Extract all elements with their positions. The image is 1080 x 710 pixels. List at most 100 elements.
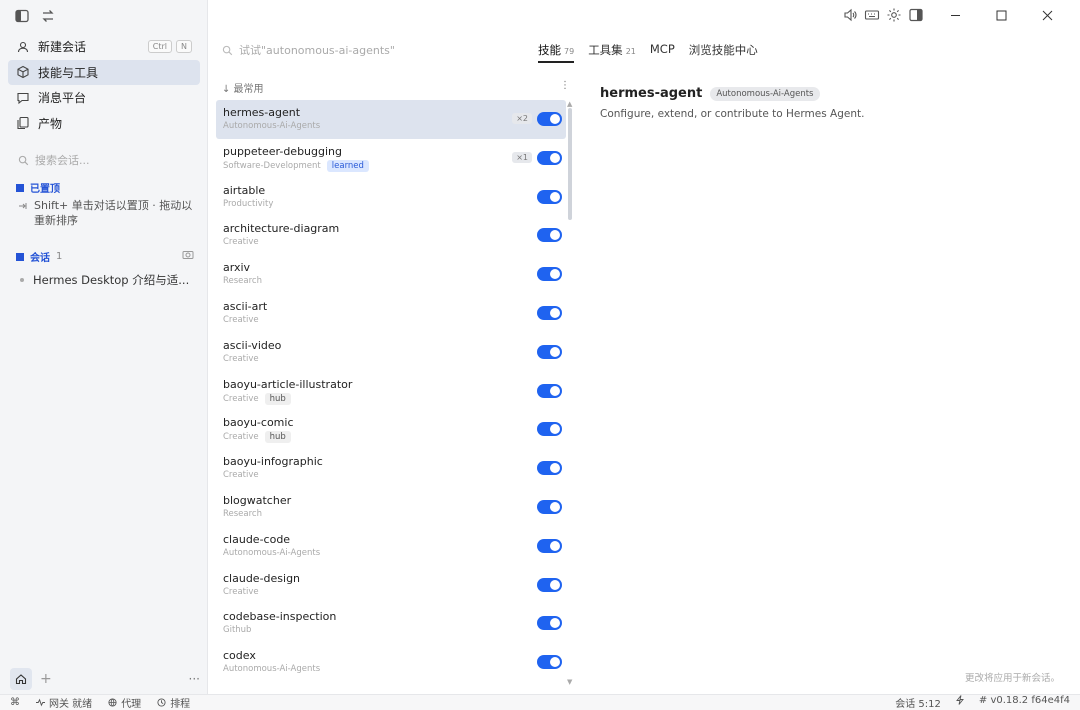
pin-icon (19, 203, 27, 209)
skill-row[interactable]: codebase-inspection Github (216, 604, 566, 643)
window-controls (836, 6, 1070, 24)
session-item[interactable]: Hermes Desktop 介绍与适... (20, 272, 189, 288)
skill-enable-toggle[interactable] (537, 383, 562, 398)
skill-row[interactable]: baoyu-infographic Creative (216, 449, 566, 488)
sidebar-nav: 新建会话 Ctrl N 技能与工具 消息平台 产物 (8, 34, 200, 136)
skill-category: Research (223, 508, 262, 519)
cube-icon (17, 65, 29, 79)
sidebar-item-new-session[interactable]: 新建会话 Ctrl N (8, 34, 200, 59)
skill-enable-toggle[interactable] (537, 112, 562, 126)
home-button[interactable] (10, 668, 32, 690)
skill-category-line: Github (223, 625, 566, 635)
skill-enable-toggle[interactable] (537, 577, 562, 592)
skill-row[interactable]: codex Autonomous-Ai-Agents (216, 643, 566, 682)
skill-enable-toggle[interactable] (537, 150, 562, 165)
sidebar-item-skills-tools[interactable]: 技能与工具 (8, 59, 200, 85)
skill-enable-toggle[interactable] (537, 305, 562, 320)
skill-row[interactable]: arxiv Research (216, 255, 566, 294)
skill-enable-toggle[interactable] (537, 616, 562, 631)
pin-hint-text: Shift+ 单击对话以置顶 · 拖动以重新排序 (34, 199, 193, 227)
keyboard-icon[interactable] (864, 7, 880, 23)
skill-search-input[interactable]: 试试"autonomous-ai-agents" (222, 42, 395, 58)
toggle-knob (550, 307, 560, 318)
more-button[interactable]: ··· (189, 672, 200, 686)
toggle-knob (550, 424, 560, 435)
skill-enable-toggle[interactable] (537, 267, 562, 282)
scrollbar-thumb[interactable] (568, 108, 572, 220)
session-search[interactable]: 搜索会话... (18, 152, 90, 168)
skill-search-placeholder: 试试"autonomous-ai-agents" (239, 44, 395, 57)
scroll-up-icon[interactable]: ▲ (567, 100, 572, 108)
detail-header: hermes-agent Autonomous-Ai-Agents (600, 86, 820, 101)
sidebar-item-messaging[interactable]: 消息平台 (8, 85, 200, 110)
tab-mcp[interactable]: MCP (650, 42, 675, 63)
schedule-label: 排程 (170, 699, 191, 710)
skill-enable-toggle[interactable] (537, 344, 562, 359)
skill-row[interactable]: baoyu-comic Creative hub (216, 410, 566, 449)
minimize-button[interactable] (932, 6, 978, 24)
skill-category-line: Research (223, 509, 566, 519)
skill-enable-toggle[interactable] (537, 228, 562, 243)
speaker-icon[interactable] (842, 7, 858, 23)
tab-label: 工具集 (588, 43, 623, 57)
sidebar-toggle-icon[interactable] (14, 8, 30, 24)
command-button[interactable]: ⌘ (10, 697, 20, 708)
search-icon (222, 45, 233, 55)
skill-name: architecture-diagram (223, 222, 340, 236)
tab-count: 79 (564, 47, 575, 56)
skill-category-line: Autonomous-Ai-Agents (223, 664, 566, 674)
list-more-button[interactable]: ⋮ (560, 80, 570, 95)
close-icon (1042, 10, 1052, 20)
list-header: ↓ 最常用 ⋮ (222, 80, 570, 95)
toggle-knob (550, 540, 560, 551)
tab-label: 技能 (538, 43, 561, 57)
skill-row[interactable]: ascii-video Creative (216, 333, 566, 372)
skill-row[interactable]: blogwatcher Research (216, 488, 566, 527)
gateway-status[interactable]: 网关 就绪 (36, 695, 92, 710)
sidebar-item-label: 技能与工具 (38, 65, 99, 80)
skill-category: Creative (223, 314, 259, 325)
category-badge: Autonomous-Ai-Agents (710, 86, 820, 101)
pulse-icon (36, 698, 45, 707)
skill-enable-toggle[interactable] (537, 189, 562, 204)
skill-enable-toggle[interactable] (537, 538, 562, 553)
skill-enable-toggle[interactable] (537, 655, 562, 670)
home-icon (15, 674, 27, 685)
toggle-knob (550, 191, 560, 202)
person-icon (17, 41, 29, 52)
skill-row[interactable]: hermes-agent Autonomous-Ai-Agents ×2 (216, 100, 566, 139)
clock-icon (157, 698, 166, 707)
camera-icon[interactable] (182, 248, 194, 260)
skill-row[interactable]: baoyu-article-illustrator Creative hub (216, 372, 566, 411)
swap-icon[interactable] (40, 8, 56, 24)
toggle-knob (550, 346, 560, 357)
lightning-icon[interactable] (955, 695, 965, 705)
gear-icon[interactable] (886, 7, 902, 23)
maximize-button[interactable] (978, 6, 1024, 24)
close-button[interactable] (1024, 6, 1070, 24)
skill-enable-toggle[interactable] (537, 422, 562, 437)
sidebar-item-artifacts[interactable]: 产物 (8, 111, 200, 136)
sort-dropdown[interactable]: ↓ 最常用 (222, 80, 264, 95)
skill-enable-toggle[interactable] (537, 461, 562, 476)
schedule-status[interactable]: 排程 (157, 695, 190, 710)
skill-category-line: Creative (223, 587, 566, 597)
tab-toolsets[interactable]: 工具集 21 (588, 42, 636, 63)
skill-row[interactable]: puppeteer-debugging Software-Development l… (216, 139, 566, 178)
skill-enable-toggle[interactable] (537, 499, 562, 514)
skill-name: baoyu-infographic (223, 455, 323, 469)
skill-row[interactable]: architecture-diagram Creative (216, 216, 566, 255)
skill-row[interactable]: claude-code Autonomous-Ai-Agents (216, 527, 566, 566)
skill-row[interactable]: ascii-art Creative (216, 294, 566, 333)
skill-category: Autonomous-Ai-Agents (223, 664, 321, 675)
skill-row[interactable]: airtable Productivity (216, 178, 566, 217)
scroll-down-icon[interactable]: ▼ (567, 678, 572, 686)
tab-skills[interactable]: 技能 79 (538, 42, 575, 63)
add-button[interactable]: + (40, 671, 52, 687)
skill-row[interactable]: claude-design Creative (216, 566, 566, 605)
skill-name: codebase-inspection (223, 610, 337, 624)
toggle-knob (550, 463, 560, 474)
tab-skill-hub[interactable]: 浏览技能中心 (689, 42, 758, 63)
panel-toggle-icon[interactable] (908, 7, 924, 23)
proxy-status[interactable]: 代理 (108, 695, 141, 710)
